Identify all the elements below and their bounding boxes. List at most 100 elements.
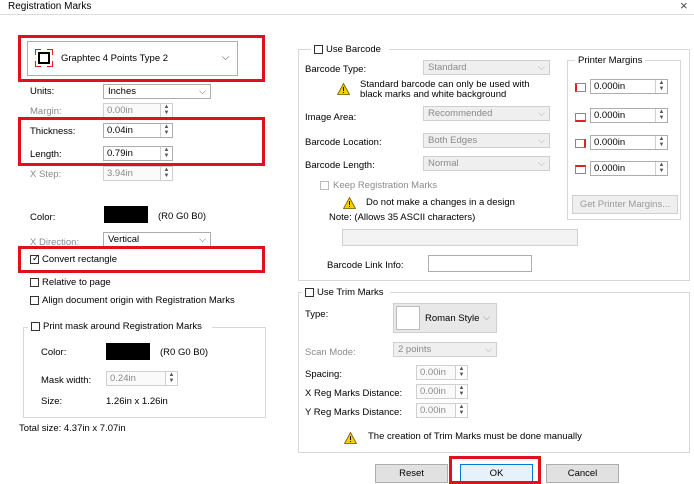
- warning-icon: [344, 432, 357, 444]
- mask-width-spinner[interactable]: 0.24in ▲ ▼: [106, 371, 178, 386]
- printer-margin-left-value: 0.000in: [594, 81, 626, 92]
- spinner-arrows-icon[interactable]: ▲ ▼: [455, 366, 467, 379]
- printer-margin-top-spinner[interactable]: 0.000in ▲ ▼: [590, 161, 668, 176]
- print-mask-label[interactable]: Print mask around Registration Marks: [43, 321, 202, 332]
- mask-color-rgb: (R0 G0 B0): [160, 347, 209, 358]
- trim-style-preview: [396, 306, 420, 330]
- trim-type-label: Type:: [305, 309, 329, 320]
- barcode-length-select[interactable]: Normal ⌵: [423, 156, 550, 171]
- margin-spinner[interactable]: 0.00in ▲ ▼: [103, 103, 173, 118]
- units-value: Inches: [108, 86, 136, 97]
- printer-margin-left-spinner[interactable]: 0.000in ▲ ▼: [590, 79, 668, 94]
- barcode-warning-text: Standard barcode can only be used with b…: [360, 79, 530, 100]
- keep-registration-marks-checkbox[interactable]: [320, 181, 329, 190]
- barcode-header: Use Barcode: [311, 43, 389, 56]
- left-margin-icon: [575, 83, 586, 92]
- printer-margin-bottom-spinner[interactable]: 0.000in ▲ ▼: [590, 108, 668, 123]
- chevron-down-icon: ⌵: [199, 234, 206, 244]
- total-size: Total size: 4.37in x 7.07in: [19, 423, 126, 434]
- scan-mode-label: Scan Mode:: [305, 347, 356, 358]
- xstep-spinner[interactable]: 3.94in ▲ ▼: [103, 166, 173, 181]
- mask-size-value: 1.26in x 1.26in: [106, 396, 168, 407]
- printer-margin-right-spinner[interactable]: 0.000in ▲ ▼: [590, 135, 668, 150]
- xreg-distance-label: X Reg Marks Distance:: [305, 388, 403, 399]
- barcode-text-field[interactable]: [342, 229, 578, 246]
- trim-type-value: Roman Style: [425, 313, 480, 324]
- spinner-arrows-icon[interactable]: ▲ ▼: [655, 162, 667, 175]
- margin-label: Margin:: [30, 106, 62, 117]
- scan-mode-select[interactable]: 2 points ⌵: [393, 342, 497, 357]
- align-origin-label[interactable]: Align document origin with Registration …: [42, 295, 235, 306]
- reset-button[interactable]: Reset: [375, 464, 448, 483]
- mask-width-value: 0.24in: [110, 373, 136, 384]
- highlight-convert-rectangle: [18, 246, 265, 273]
- image-area-label: Image Area:: [305, 112, 357, 123]
- print-mask-checkbox[interactable]: [31, 322, 40, 331]
- yreg-distance-label: Y Reg Marks Distance:: [305, 407, 402, 418]
- scan-mode-value: 2 points: [398, 344, 432, 355]
- spacing-label: Spacing:: [305, 369, 342, 380]
- xdirection-value: Vertical: [108, 234, 140, 245]
- units-select[interactable]: Inches ⌵: [103, 84, 211, 99]
- mask-color-swatch[interactable]: [106, 343, 150, 360]
- barcode-type-select[interactable]: Standard ⌵: [423, 60, 550, 75]
- printer-margins-title: Printer Margins: [575, 55, 646, 66]
- barcode-type-value: Standard: [428, 62, 467, 73]
- barcode-length-label: Barcode Length:: [305, 160, 375, 171]
- spinner-arrows-icon[interactable]: ▲ ▼: [455, 404, 467, 417]
- barcode-link-input[interactable]: [428, 255, 532, 272]
- xreg-distance-value: 0.00in: [420, 386, 446, 397]
- chevron-down-icon: ⌵: [538, 62, 545, 72]
- close-icon[interactable]: ×: [680, 0, 688, 13]
- highlight-thickness-length: [18, 117, 265, 166]
- spinner-arrows-icon[interactable]: ▲ ▼: [655, 136, 667, 149]
- mask-width-label: Mask width:: [41, 375, 92, 386]
- relative-to-page-checkbox[interactable]: [30, 278, 39, 287]
- top-margin-icon: [575, 165, 586, 174]
- barcode-length-value: Normal: [428, 158, 459, 169]
- units-label: Units:: [30, 86, 55, 97]
- highlight-ok-button: [449, 456, 541, 484]
- xstep-label: X Step:: [30, 169, 62, 180]
- spacing-spinner[interactable]: 0.00in ▲ ▼: [416, 365, 468, 380]
- spinner-arrows-icon[interactable]: ▲ ▼: [655, 109, 667, 122]
- relative-to-page-label[interactable]: Relative to page: [42, 277, 111, 288]
- barcode-note: Note: (Allows 35 ASCII characters): [329, 212, 476, 223]
- margin-value: 0.00in: [107, 105, 133, 116]
- xdirection-select[interactable]: Vertical ⌵: [103, 232, 211, 247]
- image-area-select[interactable]: Recommended ⌵: [423, 106, 550, 121]
- spacing-value: 0.00in: [420, 367, 446, 378]
- barcode-location-select[interactable]: Both Edges ⌵: [423, 133, 550, 148]
- mask-size-label: Size:: [41, 396, 63, 407]
- title-bar: Registration Marks ×: [0, 0, 694, 14]
- get-printer-margins-button[interactable]: Get Printer Margins...: [572, 195, 678, 214]
- spinner-arrows-icon[interactable]: ▲ ▼: [160, 167, 172, 180]
- spinner-arrows-icon[interactable]: ▲ ▼: [455, 385, 467, 398]
- warning-icon: [343, 197, 356, 209]
- printer-margin-bottom-value: 0.000in: [594, 110, 626, 121]
- barcode-location-value: Both Edges: [428, 135, 478, 146]
- barcode-type-label: Barcode Type:: [305, 64, 367, 75]
- chevron-down-icon: ⌵: [485, 344, 492, 354]
- title-divider: [0, 14, 694, 15]
- barcode-location-label: Barcode Location:: [305, 137, 382, 148]
- bottom-margin-icon: [575, 113, 586, 122]
- use-barcode-checkbox[interactable]: [314, 45, 323, 54]
- xreg-distance-spinner[interactable]: 0.00in ▲ ▼: [416, 384, 468, 399]
- spinner-arrows-icon[interactable]: ▲ ▼: [165, 372, 177, 385]
- trim-warning-text: The creation of Trim Marks must be done …: [368, 431, 582, 442]
- use-trim-marks-label[interactable]: Use Trim Marks: [317, 287, 384, 298]
- chevron-down-icon: ⌵: [538, 135, 545, 145]
- keep-registration-marks-label[interactable]: Keep Registration Marks: [333, 180, 437, 191]
- xstep-value: 3.94in: [107, 168, 133, 179]
- spinner-arrows-icon[interactable]: ▲ ▼: [160, 104, 172, 117]
- color-swatch[interactable]: [104, 206, 148, 223]
- use-trim-marks-checkbox[interactable]: [305, 288, 314, 297]
- yreg-distance-spinner[interactable]: 0.00in ▲ ▼: [416, 403, 468, 418]
- align-origin-checkbox[interactable]: [30, 296, 39, 305]
- color-rgb: (R0 G0 B0): [158, 211, 207, 222]
- use-barcode-label[interactable]: Use Barcode: [326, 44, 381, 55]
- trim-type-select[interactable]: Roman Style ⌵: [393, 303, 497, 333]
- spinner-arrows-icon[interactable]: ▲ ▼: [655, 80, 667, 93]
- cancel-button[interactable]: Cancel: [546, 464, 619, 483]
